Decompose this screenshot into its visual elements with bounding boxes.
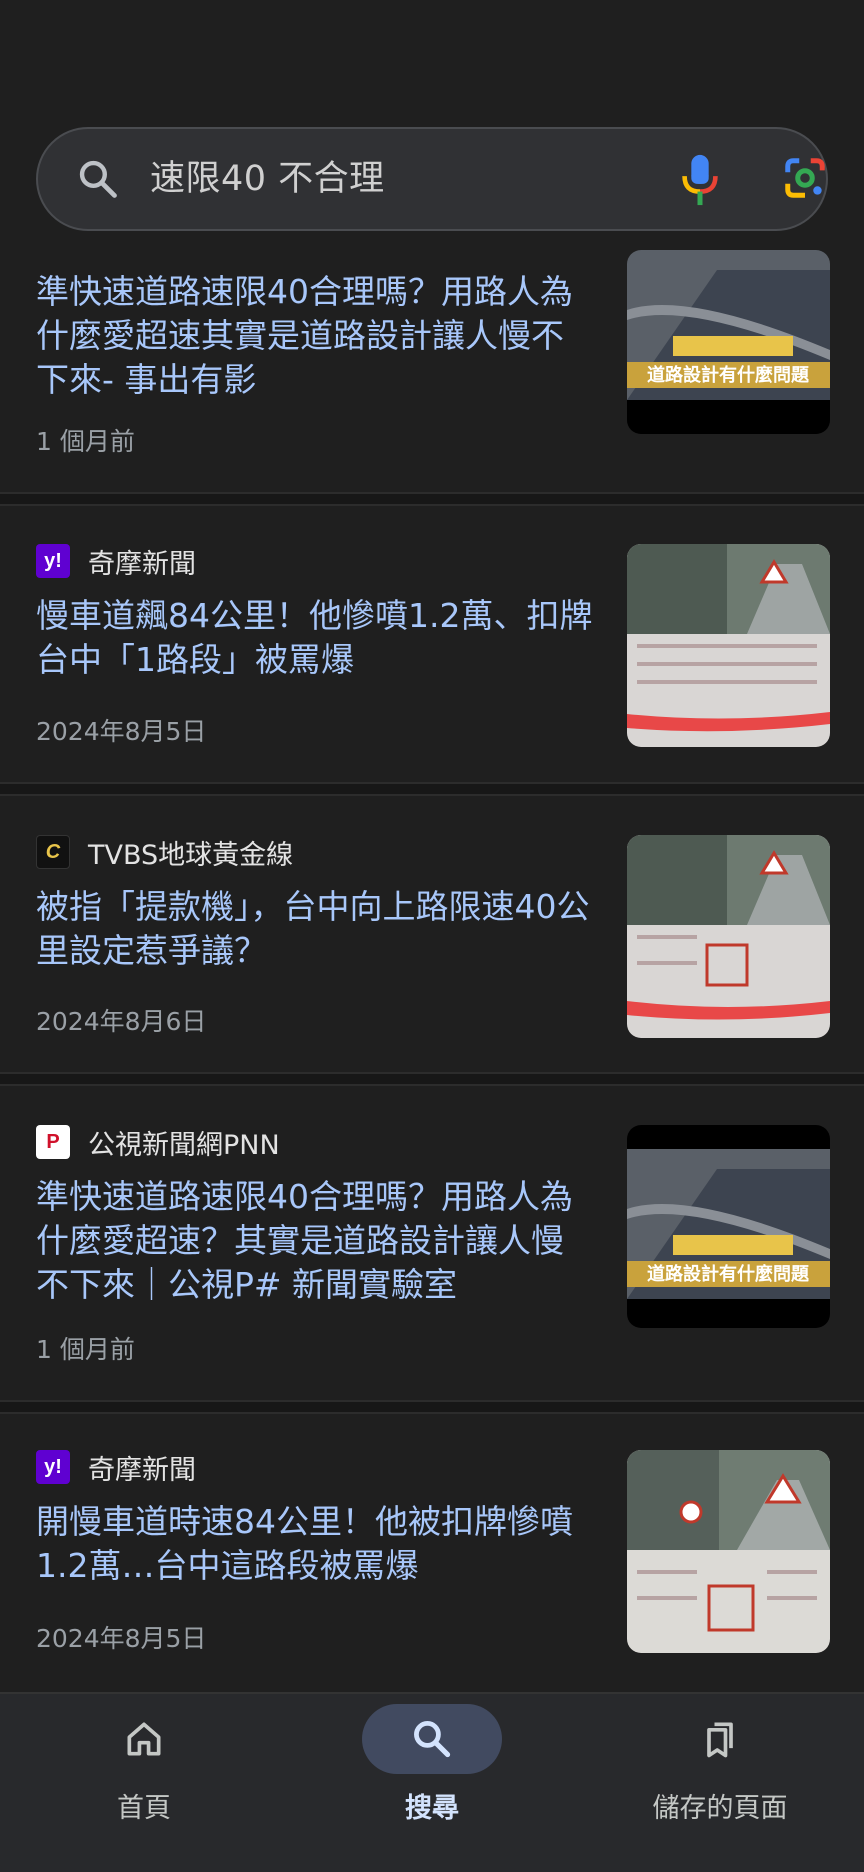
tvbs-favicon-icon: C: [36, 835, 70, 869]
result-source[interactable]: P 公視新聞網PNN: [36, 1124, 280, 1161]
result-title[interactable]: 準快速道路速限40合理嗎？用路人為什麼愛超速其實是道路設計讓人慢不下來- 事出有…: [36, 270, 596, 402]
search-icon-container: [362, 1704, 502, 1774]
result-date: 2024年8月5日: [36, 717, 207, 746]
search-query[interactable]: 速限40 不合理: [150, 129, 385, 229]
nav-home[interactable]: 首頁: [0, 1694, 288, 1872]
thumbnail-caption: 道路設計有什麼問題: [647, 364, 810, 385]
search-icon: [79, 160, 117, 198]
source-name: 公視新聞網PNN: [88, 1129, 280, 1161]
source-name: TVBS地球黃金線: [88, 839, 294, 871]
result-card-2[interactable]: y! 奇摩新聞 慢車道飆84公里！他慘噴1.2萬、扣牌 台中「1路段」被罵爆 2…: [0, 506, 864, 780]
result-date: 1 個月前: [36, 427, 135, 456]
saved-icon-container: [650, 1704, 790, 1774]
yahoo-favicon-icon: y!: [36, 544, 70, 578]
divider: [0, 1072, 864, 1086]
search-bar[interactable]: 速限40 不合理: [36, 127, 828, 231]
thumbnail-image: [627, 835, 830, 1038]
result-thumbnail[interactable]: [627, 835, 830, 1038]
nav-saved[interactable]: 儲存的頁面: [576, 1694, 864, 1872]
thumbnail-image: [627, 544, 830, 747]
result-date: 2024年8月6日: [36, 1007, 207, 1036]
result-date: 2024年8月5日: [36, 1624, 207, 1653]
result-thumbnail[interactable]: [627, 1450, 830, 1653]
result-title[interactable]: 開慢車道時速84公里！他被扣牌慘噴1.2萬…台中這路段被罵爆: [36, 1500, 596, 1588]
thumbnail-image: 道路設計有什麼問題: [627, 1125, 830, 1328]
home-icon: [127, 1722, 161, 1756]
bookmarks-icon: [707, 1722, 733, 1758]
result-card-3[interactable]: C TVBS地球黃金線 被指「提款機」，台中向上路限速40公里設定惹爭議？ 20…: [0, 796, 864, 1070]
home-icon-container: [74, 1704, 214, 1774]
result-thumbnail[interactable]: 道路設計有什麼問題: [627, 250, 830, 434]
thumbnail-caption: 道路設計有什麼問題: [647, 1263, 810, 1284]
divider: [0, 1400, 864, 1414]
result-date: 1 個月前: [36, 1335, 135, 1364]
result-source[interactable]: y! 奇摩新聞: [36, 543, 196, 580]
result-source[interactable]: y! 奇摩新聞: [36, 1449, 196, 1486]
google-lens-icon[interactable]: [782, 155, 828, 201]
thumbnail-image: 道路設計有什麼問題: [627, 250, 830, 434]
page: 速限40 不合理 準快速道路速限40合理嗎？用路人為什麼愛超速其實是道路設計讓人…: [0, 0, 864, 1872]
nav-search-label: 搜尋: [405, 1793, 459, 1824]
result-thumbnail[interactable]: [627, 544, 830, 747]
divider: [0, 492, 864, 506]
thumbnail-image: [627, 1450, 830, 1653]
bottom-navigation: 首頁 搜尋 儲存的頁面: [0, 1692, 864, 1872]
nav-saved-label: 儲存的頁面: [652, 1793, 788, 1824]
result-card-1[interactable]: 準快速道路速限40合理嗎？用路人為什麼愛超速其實是道路設計讓人慢不下來- 事出有…: [0, 236, 864, 490]
search-icon: [414, 1721, 451, 1758]
result-title[interactable]: 準快速道路速限40合理嗎？用路人為什麼愛超速？其實是道路設計讓人慢不下來｜公視P…: [36, 1175, 596, 1307]
source-name: 奇摩新聞: [88, 548, 196, 580]
result-title[interactable]: 被指「提款機」，台中向上路限速40公里設定惹爭議？: [36, 885, 596, 973]
nav-search[interactable]: 搜尋: [288, 1694, 576, 1872]
nav-home-label: 首頁: [117, 1793, 171, 1824]
result-thumbnail[interactable]: 道路設計有什麼問題: [627, 1125, 830, 1328]
yahoo-favicon-icon: y!: [36, 1450, 70, 1484]
result-card-4[interactable]: P 公視新聞網PNN 準快速道路速限40合理嗎？用路人為什麼愛超速？其實是道路設…: [0, 1086, 864, 1400]
microphone-icon[interactable]: [678, 153, 722, 207]
divider: [0, 782, 864, 796]
pnn-favicon-icon: P: [36, 1125, 70, 1159]
result-title[interactable]: 慢車道飆84公里！他慘噴1.2萬、扣牌 台中「1路段」被罵爆: [36, 594, 596, 682]
source-name: 奇摩新聞: [88, 1454, 196, 1486]
result-card-5[interactable]: y! 奇摩新聞 開慢車道時速84公里！他被扣牌慘噴1.2萬…台中這路段被罵爆 2…: [0, 1414, 864, 1692]
result-source[interactable]: C TVBS地球黃金線: [36, 834, 294, 871]
